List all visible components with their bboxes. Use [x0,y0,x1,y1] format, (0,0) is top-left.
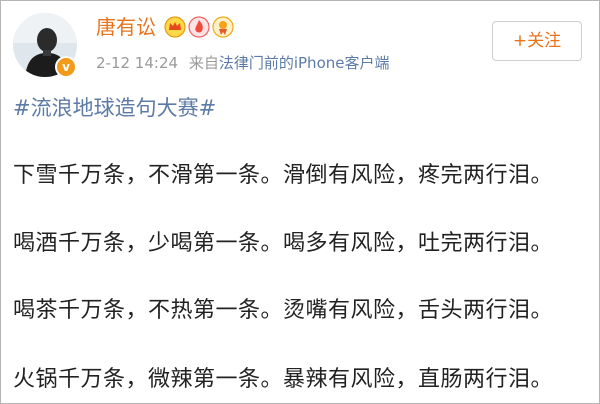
post-time[interactable]: 2-12 14:24 [96,54,178,72]
medal-badge-icon[interactable] [212,16,234,38]
hashtag-link[interactable]: #流浪地球造句大赛# [13,93,216,123]
author-name[interactable]: 唐有讼 [96,13,156,41]
follow-button[interactable]: +关注 [492,21,582,61]
post-text-line: 火锅千万条，微辣第一条。暴辣有风险，直肠两行泪。 [13,367,554,392]
verified-v-icon: v [55,56,77,78]
fire-badge-icon[interactable] [188,16,210,38]
author-badges [164,16,234,38]
post-meta: 2-12 14:24 来自法律门前的iPhone客户端 [96,53,389,73]
post-text-line: 喝酒千万条，少喝第一条。喝多有风险，吐完两行泪。 [13,231,554,256]
crown-badge-icon[interactable] [164,16,186,38]
weibo-post-card: v 唐有讼 2-12 14:24 来自法律门前的iPhone客户端 +关注 #流… [0,0,600,404]
post-text-line: 喝茶千万条，不热第一条。烫嘴有风险，舌头两行泪。 [13,298,554,323]
source-prefix: 来自 [188,54,219,72]
post-source[interactable]: 法律门前的iPhone客户端 [219,54,390,72]
post-text-line: 下雪千万条，不滑第一条。滑倒有风险，疼完两行泪。 [13,163,554,188]
